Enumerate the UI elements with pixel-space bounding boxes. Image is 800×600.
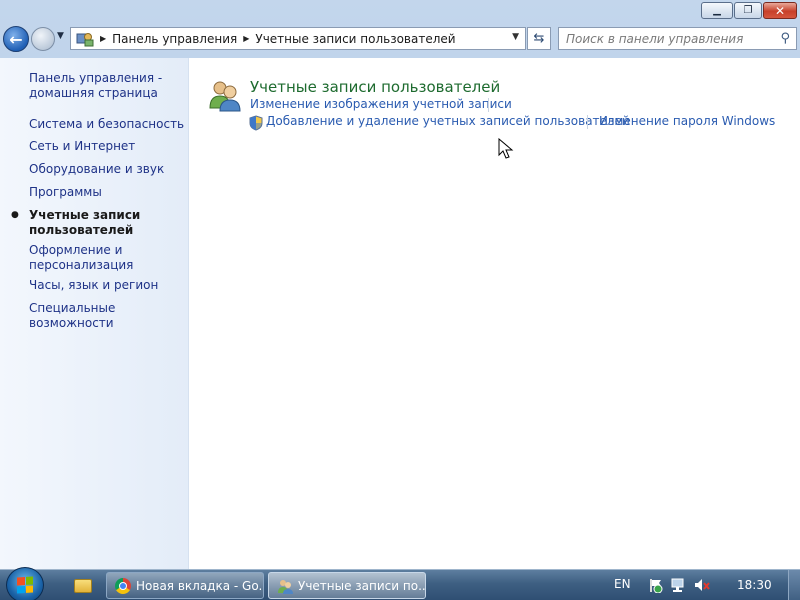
taskbar-button-label: Новая вкладка - Go... bbox=[136, 578, 264, 593]
maximize-button[interactable]: ❐ bbox=[734, 2, 762, 19]
control-panel-icon bbox=[76, 32, 94, 46]
sidebar-item-hardware-sound[interactable]: Оборудование и звук bbox=[29, 162, 187, 177]
close-button[interactable]: ✕ bbox=[763, 2, 797, 19]
chrome-icon bbox=[115, 577, 131, 594]
category-title[interactable]: Учетные записи пользователей bbox=[250, 78, 500, 96]
back-arrow-icon: ← bbox=[9, 29, 23, 49]
network-icon[interactable] bbox=[670, 577, 686, 593]
explorer-pinned-button[interactable] bbox=[64, 573, 102, 598]
search-icon[interactable]: ⚲ bbox=[780, 31, 790, 46]
folder-icon bbox=[74, 578, 92, 593]
mouse-cursor-icon bbox=[498, 138, 514, 159]
action-center-flag-icon[interactable] bbox=[647, 577, 663, 593]
recent-pages-icon[interactable]: ▼ bbox=[57, 31, 64, 41]
breadcrumb-separator-icon[interactable]: ▶ bbox=[100, 34, 106, 43]
uac-shield-icon bbox=[249, 115, 263, 131]
users-icon bbox=[209, 81, 241, 112]
volume-muted-icon[interactable] bbox=[694, 577, 710, 593]
taskbar-button-label: Учетные записи по... bbox=[298, 578, 426, 593]
sidebar-item-clock-region[interactable]: Часы, язык и регион bbox=[29, 278, 187, 293]
taskbar-button-chrome[interactable]: Новая вкладка - Go... bbox=[106, 572, 264, 599]
breadcrumb-separator-icon[interactable]: ▶ bbox=[243, 34, 249, 43]
minimize-icon: ▁ bbox=[713, 5, 721, 16]
sidebar-item-home[interactable]: Панель управления - домашняя страница bbox=[29, 71, 187, 101]
minimize-button[interactable]: ▁ bbox=[701, 2, 733, 19]
active-bullet-icon: ● bbox=[11, 210, 19, 220]
taskbar-button-user-accounts[interactable]: Учетные записи по... bbox=[268, 572, 426, 599]
search-box[interactable]: ⚲ bbox=[558, 27, 797, 50]
sidebar-item-user-accounts: Учетные записи пользователей bbox=[29, 208, 141, 237]
clock[interactable]: 18:30 bbox=[737, 578, 772, 592]
refresh-button[interactable]: ⇆ bbox=[527, 27, 551, 50]
refresh-icon: ⇆ bbox=[533, 31, 545, 46]
close-icon: ✕ bbox=[774, 3, 786, 18]
search-input[interactable] bbox=[566, 31, 776, 46]
language-indicator[interactable]: EN bbox=[614, 577, 631, 591]
task-change-picture[interactable]: Изменение изображения учетной записи bbox=[250, 97, 512, 111]
main-panel: Учетные записи пользователей Изменение и… bbox=[190, 58, 800, 569]
breadcrumb-user-accounts[interactable]: Учетные записи пользователей bbox=[255, 32, 455, 46]
task-change-password[interactable]: Изменение пароля Windows bbox=[599, 114, 775, 128]
address-bar[interactable]: ▶ Панель управления ▶ Учетные записи пол… bbox=[70, 27, 526, 50]
forward-button[interactable] bbox=[31, 27, 55, 51]
task-separator bbox=[488, 98, 489, 112]
start-button[interactable] bbox=[6, 567, 44, 600]
sidebar-item-system-security[interactable]: Система и безопасность bbox=[29, 117, 187, 132]
sidebar-item-programs[interactable]: Программы bbox=[29, 185, 187, 200]
navigation-bar: ← ▼ ▶ Панель управления ▶ Учетные записи… bbox=[0, 22, 800, 56]
sidebar-item-accessibility[interactable]: Специальные возможности bbox=[29, 301, 187, 331]
sidebar: Панель управления - домашняя страница Си… bbox=[0, 58, 189, 569]
back-button[interactable]: ← bbox=[3, 26, 29, 52]
users-icon bbox=[278, 579, 293, 594]
windows-logo-icon bbox=[17, 576, 33, 594]
task-separator bbox=[587, 115, 588, 129]
control-panel-window: ▁ ❐ ✕ ← ▼ ▶ Панель управления ▶ Учетные … bbox=[0, 0, 800, 569]
content-area: Панель управления - домашняя страница Си… bbox=[0, 58, 800, 569]
restore-icon: ❐ bbox=[743, 5, 753, 16]
taskbar: Новая вкладка - Go... Учетные записи по.… bbox=[0, 567, 800, 600]
task-add-remove-accounts[interactable]: Добавление и удаление учетных записей по… bbox=[266, 114, 630, 128]
title-bar[interactable]: ▁ ❐ ✕ bbox=[0, 0, 800, 22]
show-desktop-button[interactable] bbox=[788, 570, 800, 600]
breadcrumb-control-panel[interactable]: Панель управления bbox=[112, 32, 237, 46]
address-dropdown-icon[interactable]: ▼ bbox=[512, 32, 519, 42]
sidebar-item-appearance[interactable]: Оформление и персонализация bbox=[29, 243, 187, 273]
sidebar-item-network[interactable]: Сеть и Интернет bbox=[29, 139, 187, 154]
